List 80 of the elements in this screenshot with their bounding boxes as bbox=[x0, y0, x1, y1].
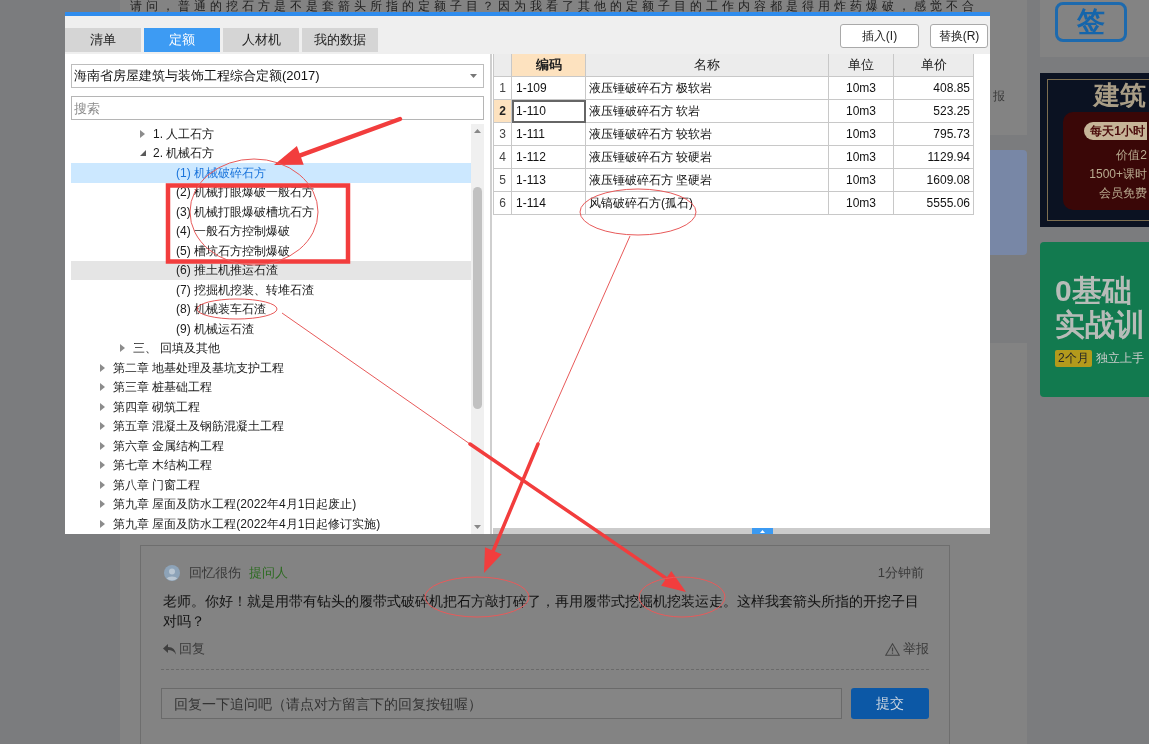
ad-title: 实战训 bbox=[1055, 308, 1146, 342]
table-corner bbox=[494, 54, 512, 77]
row-number[interactable]: 1 bbox=[494, 77, 512, 100]
scroll-up-icon[interactable] bbox=[474, 129, 481, 133]
ad-pill: 每天1小时 bbox=[1084, 122, 1147, 140]
reply-icon bbox=[163, 643, 176, 655]
price-cell: 1129.94 bbox=[894, 146, 974, 169]
code-cell: 1-111 bbox=[512, 123, 586, 146]
column-header[interactable]: 单价 bbox=[894, 54, 974, 77]
comment-time: 1分钟前 bbox=[877, 564, 924, 583]
column-header[interactable]: 编码 bbox=[512, 54, 586, 77]
price-cell: 795.73 bbox=[894, 123, 974, 146]
ad-text: 1500+课时 bbox=[1089, 166, 1147, 183]
search-field[interactable]: 搜索 bbox=[71, 96, 484, 120]
unit-cell: 10m3 bbox=[829, 100, 894, 123]
price-cell: 408.85 bbox=[894, 77, 974, 100]
row-number[interactable]: 6 bbox=[494, 192, 512, 215]
training-ad[interactable]: 0基础 实战训 2个月 独立上手 bbox=[1040, 242, 1149, 397]
ad-title: 建筑 bbox=[1092, 80, 1147, 110]
caret-right-icon[interactable] bbox=[100, 480, 105, 489]
scrollbar[interactable] bbox=[471, 124, 484, 534]
name-cell: 液压锤破碎石方 较软岩 bbox=[586, 123, 829, 146]
caret-right-icon[interactable] bbox=[100, 383, 105, 392]
ad-tag: 2个月 bbox=[1055, 350, 1092, 367]
code-cell: 1-109 bbox=[512, 77, 586, 100]
code-cell: 1-114 bbox=[512, 192, 586, 215]
name-cell: 风镐破碎石方(孤石) bbox=[586, 192, 829, 215]
avatar-icon bbox=[164, 565, 180, 581]
row-number[interactable]: 3 bbox=[494, 123, 512, 146]
splitter-handle[interactable] bbox=[752, 528, 773, 534]
unit-cell: 10m3 bbox=[829, 123, 894, 146]
name-cell: 液压锤破碎石方 极软岩 bbox=[586, 77, 829, 100]
caret-right-icon[interactable] bbox=[140, 129, 145, 138]
submit-button[interactable]: 提交 bbox=[851, 688, 929, 719]
price-cell: 5555.06 bbox=[894, 192, 974, 215]
unit-cell: 10m3 bbox=[829, 146, 894, 169]
unit-cell: 10m3 bbox=[829, 192, 894, 215]
library-select[interactable]: 海南省房屋建筑与装饰工程综合定额(2017) bbox=[71, 64, 484, 88]
tab[interactable]: 我的数据 bbox=[302, 28, 378, 52]
caret-right-icon[interactable] bbox=[100, 441, 105, 450]
name-cell: 液压锤破碎石方 软岩 bbox=[586, 100, 829, 123]
scroll-down-icon[interactable] bbox=[474, 525, 481, 529]
toolbar-button[interactable]: 插入(I) bbox=[840, 24, 919, 48]
ad-title: 0基础 bbox=[1055, 274, 1133, 308]
course-ad[interactable]: 建筑 每天1小时 价值2 1500+课时 会员免费 bbox=[1040, 73, 1149, 227]
reply-input[interactable]: 回复一下追问吧（请点对方留言下的回复按钮喔） bbox=[161, 688, 843, 719]
code-cell: 1-112 bbox=[512, 146, 586, 169]
code-cell: 1-110 bbox=[512, 100, 586, 123]
code-cell: 1-113 bbox=[512, 169, 586, 192]
caret-right-icon[interactable] bbox=[100, 363, 105, 372]
name-cell: 液压锤破碎石方 较硬岩 bbox=[586, 146, 829, 169]
caret-right-icon[interactable] bbox=[100, 500, 105, 509]
warning-icon bbox=[885, 642, 900, 656]
question-text: 请问，普通的挖石方是不是套箭头所指的定额子目？因为我看了其他的定额子目的工作内容都是得用炸药爆破，感觉不合 bbox=[129, 0, 979, 12]
unit-cell: 10m3 bbox=[829, 169, 894, 192]
caret-up-icon bbox=[760, 529, 765, 533]
price-cell: 1609.08 bbox=[894, 169, 974, 192]
ad-text: 独立上手 bbox=[1095, 350, 1144, 367]
caret-right-icon[interactable] bbox=[100, 402, 105, 411]
caret-right-icon[interactable] bbox=[120, 344, 125, 353]
scrollbar-thumb[interactable] bbox=[473, 187, 482, 409]
name-cell: 液压锤破碎石方 坚硬岩 bbox=[586, 169, 829, 192]
row-number[interactable]: 4 bbox=[494, 146, 512, 169]
row-number[interactable]: 2 bbox=[494, 100, 512, 123]
caret-right-icon[interactable] bbox=[100, 519, 105, 528]
tab[interactable]: 人材机 bbox=[223, 28, 299, 52]
tab[interactable]: 清单 bbox=[65, 28, 141, 52]
column-header[interactable]: 单位 bbox=[829, 54, 894, 77]
role-label: 提问人 bbox=[249, 564, 288, 583]
ad-text: 会员免费 bbox=[1099, 185, 1147, 202]
ad-text: 价值2 bbox=[1116, 147, 1147, 164]
toolbar-button[interactable]: 替换(R) bbox=[930, 24, 988, 48]
price-cell: 523.25 bbox=[894, 100, 974, 123]
caret-down-icon[interactable] bbox=[140, 150, 146, 157]
unit-cell: 10m3 bbox=[829, 77, 894, 100]
caret-right-icon[interactable] bbox=[100, 422, 105, 431]
row-number[interactable]: 5 bbox=[494, 169, 512, 192]
dropdown-caret-icon[interactable] bbox=[470, 74, 477, 78]
column-header[interactable]: 名称 bbox=[586, 54, 829, 77]
caret-right-icon[interactable] bbox=[100, 461, 105, 470]
